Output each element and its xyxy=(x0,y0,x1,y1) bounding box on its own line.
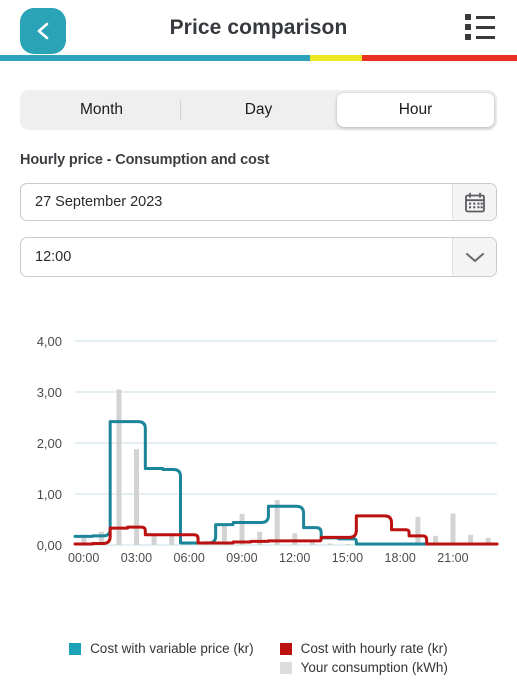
y-axis-tick: 2,00 xyxy=(37,436,62,451)
list-menu-icon[interactable] xyxy=(465,14,495,40)
section-title: Hourly price - Consumption and cost xyxy=(20,152,270,168)
consumption-bar xyxy=(151,535,157,545)
chart-y-axis-labels: 0,00 1,00 2,00 3,00 4,00 xyxy=(37,334,62,553)
y-axis-tick: 4,00 xyxy=(37,334,62,349)
legend-item-consumption: Your consumption (kWh) xyxy=(279,660,448,675)
y-axis-tick: 1,00 xyxy=(37,487,62,502)
chart-x-axis-labels: 00:00 03:00 06:00 09:00 12:00 15:00 18:00 21:00 xyxy=(68,551,469,565)
legend-label-consumption: Your consumption (kWh) xyxy=(300,660,448,675)
tab-day[interactable]: Day xyxy=(180,93,337,127)
menu-line xyxy=(476,25,495,29)
page-title: Price comparison xyxy=(169,15,348,39)
tab-month-label: Month xyxy=(79,101,124,118)
y-axis-tick: 3,00 xyxy=(37,385,62,400)
x-axis-tick: 09:00 xyxy=(226,551,257,565)
x-axis-tick: 03:00 xyxy=(121,551,152,565)
x-axis-tick: 06:00 xyxy=(174,551,205,565)
calendar-icon[interactable] xyxy=(452,184,496,220)
progress-segment-teal xyxy=(0,55,311,61)
tab-day-label: Day xyxy=(244,101,273,118)
hour-select-value[interactable]: 12:00 xyxy=(21,249,452,265)
consumption-bar xyxy=(239,513,245,545)
back-button[interactable] xyxy=(20,8,66,54)
legend-column-right: Cost with hourly rate (kr) Your consumpt… xyxy=(279,641,448,675)
chevron-left-icon xyxy=(34,20,52,42)
chevron-down-icon[interactable] xyxy=(452,238,496,276)
legend-label-variable-price: Cost with variable price (kr) xyxy=(90,641,254,656)
hour-select-field[interactable]: 12:00 xyxy=(20,237,497,277)
menu-dot xyxy=(465,24,471,30)
consumption-bar xyxy=(345,543,351,545)
progress-segment-red xyxy=(361,55,517,61)
x-axis-tick: 15:00 xyxy=(332,551,363,565)
x-axis-tick: 21:00 xyxy=(437,551,468,565)
consumption-cost-chart: 0,00 1,00 2,00 3,00 4,00 00:00 03:00 06:00 09:0… xyxy=(0,325,517,565)
progress-segment-yellow xyxy=(310,55,362,61)
consumption-bar xyxy=(257,531,263,545)
chart-consumption-bars xyxy=(81,389,491,545)
legend-label-hourly-rate: Cost with hourly rate (kr) xyxy=(300,641,448,656)
consumption-bar xyxy=(327,543,333,545)
price-comparison-screen: Price comparison Month Day Hour Hourly p… xyxy=(0,0,517,700)
y-axis-tick: 0,00 xyxy=(37,538,62,553)
menu-line xyxy=(476,35,495,39)
x-axis-tick: 18:00 xyxy=(385,551,416,565)
consumption-bar xyxy=(169,535,175,545)
tab-hour[interactable]: Hour xyxy=(337,93,494,127)
legend-swatch-icon xyxy=(69,642,82,655)
app-header: Price comparison xyxy=(0,0,517,55)
tab-month[interactable]: Month xyxy=(23,93,180,127)
legend-column-left: Cost with variable price (kr) xyxy=(69,641,254,675)
x-axis-tick: 00:00 xyxy=(68,551,99,565)
date-field-value[interactable]: 27 September 2023 xyxy=(21,194,452,210)
legend-item-hourly-rate: Cost with hourly rate (kr) xyxy=(279,641,448,656)
period-segmented-control: Month Day Hour xyxy=(20,90,497,130)
legend-swatch-icon xyxy=(279,661,292,674)
chart-legend: Cost with variable price (kr) Cost with … xyxy=(0,641,517,675)
chart-svg: 0,00 1,00 2,00 3,00 4,00 00:00 03:00 06:00 09:0… xyxy=(37,334,499,565)
consumption-bar xyxy=(415,516,421,545)
tab-hour-label: Hour xyxy=(398,101,433,118)
menu-dot xyxy=(465,34,471,40)
consumption-bar xyxy=(134,449,140,545)
consumption-bar xyxy=(450,513,456,545)
menu-row xyxy=(465,24,495,30)
menu-dot xyxy=(465,14,471,20)
status-progress-bar xyxy=(0,55,517,61)
menu-row xyxy=(465,14,495,20)
x-axis-tick: 12:00 xyxy=(279,551,310,565)
date-field[interactable]: 27 September 2023 xyxy=(20,183,497,221)
menu-line xyxy=(476,15,495,19)
consumption-bar xyxy=(116,389,122,545)
consumption-bar xyxy=(292,533,298,545)
legend-item-variable-price: Cost with variable price (kr) xyxy=(69,641,254,656)
legend-swatch-icon xyxy=(279,642,292,655)
menu-row xyxy=(465,34,495,40)
